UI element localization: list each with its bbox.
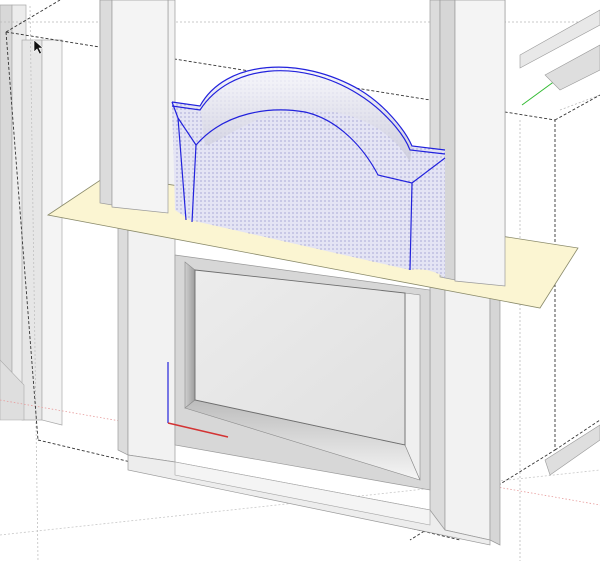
lower-raised-panel[interactable] [174,254,431,491]
pillar-right-face-front [454,0,506,287]
pillar-left-side-front [99,0,113,206]
left-cabinet-stile-face [41,39,63,426]
model-viewport[interactable] [0,0,600,561]
right-cabinet-ledge [544,44,600,91]
guide-line-right-top [559,94,600,111]
left-cabinet-side [0,4,13,406]
bbox-right-top-edge [554,94,600,121]
scene-svg[interactable] [0,0,600,561]
panel-left-bevel [184,261,196,409]
pillar-left-face-front [111,0,169,214]
right-cabinet-base [544,424,600,476]
